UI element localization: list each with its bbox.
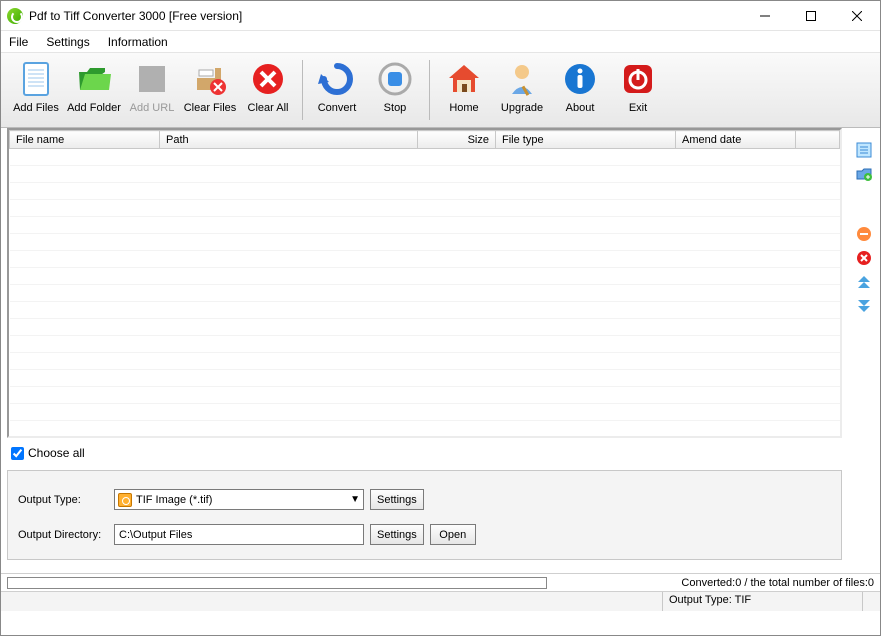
tif-icon: [118, 493, 132, 507]
table-row[interactable]: [10, 217, 840, 234]
table-row[interactable]: [10, 268, 840, 285]
clear-all-icon: [248, 59, 288, 99]
output-type-select[interactable]: TIF Image (*.tif) ▼: [114, 489, 364, 510]
clear-files-label: Clear Files: [184, 102, 237, 114]
home-button[interactable]: Home: [435, 57, 493, 114]
output-panel: Output Type: TIF Image (*.tif) ▼ Setting…: [7, 470, 842, 560]
convert-label: Convert: [318, 102, 357, 114]
toolbar: Add Files Add Folder Add URL Clear Files…: [1, 53, 880, 128]
clear-files-icon: [190, 59, 230, 99]
title-bar: Pdf to Tiff Converter 3000 [Free version…: [1, 1, 880, 31]
output-dir-settings-button[interactable]: Settings: [370, 524, 424, 545]
home-icon: [444, 59, 484, 99]
close-button[interactable]: [834, 1, 880, 31]
convert-status: Converted:0 / the total number of files:…: [681, 577, 874, 589]
progress-bar: [7, 577, 547, 589]
exit-icon: [618, 59, 658, 99]
home-label: Home: [449, 102, 478, 114]
add-files-label: Add Files: [13, 102, 59, 114]
exit-button[interactable]: Exit: [609, 57, 667, 114]
choose-all-label: Choose all: [28, 446, 85, 460]
add-folder-button[interactable]: Add Folder: [65, 57, 123, 114]
table-row[interactable]: [10, 183, 840, 200]
add-url-label: Add URL: [130, 102, 175, 114]
window-title: Pdf to Tiff Converter 3000 [Free version…: [29, 9, 242, 23]
sidebar: [848, 128, 880, 573]
about-button[interactable]: About: [551, 57, 609, 114]
cancel-icon[interactable]: [856, 250, 872, 266]
menubar: File Settings Information: [1, 31, 880, 53]
upgrade-icon: [502, 59, 542, 99]
minimize-button[interactable]: [742, 1, 788, 31]
chevron-down-icon: ▼: [350, 494, 360, 505]
table-row[interactable]: [10, 319, 840, 336]
add-folder-icon[interactable]: [856, 166, 872, 182]
col-filename[interactable]: File name: [10, 131, 160, 149]
add-list-icon[interactable]: [856, 142, 872, 158]
col-filetype[interactable]: File type: [496, 131, 676, 149]
output-type-label: Output Type:: [18, 494, 108, 506]
menu-settings[interactable]: Settings: [46, 35, 89, 49]
status-grip: [862, 592, 880, 611]
convert-button[interactable]: Convert: [308, 57, 366, 114]
table-row[interactable]: [10, 336, 840, 353]
upgrade-button[interactable]: Upgrade: [493, 57, 551, 114]
move-up-icon[interactable]: [856, 274, 872, 290]
output-type-value: TIF Image (*.tif): [136, 494, 212, 506]
convert-icon: [317, 59, 357, 99]
output-type-settings-button[interactable]: Settings: [370, 489, 424, 510]
add-url-button: Add URL: [123, 57, 181, 114]
menu-file[interactable]: File: [9, 35, 28, 49]
table-row[interactable]: [10, 251, 840, 268]
add-folder-label: Add Folder: [67, 102, 121, 114]
stop-label: Stop: [384, 102, 407, 114]
stop-icon: [375, 59, 415, 99]
table-row[interactable]: [10, 387, 840, 404]
table-row[interactable]: [10, 149, 840, 166]
url-icon: [132, 59, 172, 99]
about-label: About: [566, 102, 595, 114]
menu-information[interactable]: Information: [108, 35, 168, 49]
add-files-button[interactable]: Add Files: [7, 57, 65, 114]
open-button[interactable]: Open: [430, 524, 476, 545]
remove-icon[interactable]: [856, 226, 872, 242]
progress-row: Converted:0 / the total number of files:…: [1, 573, 880, 591]
table-row[interactable]: [10, 285, 840, 302]
table-row[interactable]: [10, 370, 840, 387]
status-bar: Output Type: TIF: [1, 591, 880, 611]
clear-all-label: Clear All: [248, 102, 289, 114]
folder-icon: [74, 59, 114, 99]
move-down-icon[interactable]: [856, 298, 872, 314]
stop-button[interactable]: Stop: [366, 57, 424, 114]
clear-files-button[interactable]: Clear Files: [181, 57, 239, 114]
about-icon: [560, 59, 600, 99]
toolbar-separator: [302, 60, 303, 120]
output-dir-input[interactable]: [114, 524, 364, 545]
file-list[interactable]: File name Path Size File type Amend date: [7, 128, 842, 438]
table-row[interactable]: [10, 166, 840, 183]
toolbar-separator: [429, 60, 430, 120]
col-trailing: [796, 131, 840, 149]
col-path[interactable]: Path: [160, 131, 418, 149]
status-output-type: Output Type: TIF: [662, 592, 862, 611]
table-row[interactable]: [10, 302, 840, 319]
table-row[interactable]: [10, 200, 840, 217]
table-row[interactable]: [10, 353, 840, 370]
maximize-button[interactable]: [788, 1, 834, 31]
file-icon: [16, 59, 56, 99]
col-amend[interactable]: Amend date: [676, 131, 796, 149]
app-icon: [7, 8, 23, 24]
exit-label: Exit: [629, 102, 647, 114]
table-row[interactable]: [10, 404, 840, 421]
clear-all-button[interactable]: Clear All: [239, 57, 297, 114]
table-row[interactable]: [10, 234, 840, 251]
upgrade-label: Upgrade: [501, 102, 543, 114]
output-dir-label: Output Directory:: [18, 529, 108, 541]
col-size[interactable]: Size: [418, 131, 496, 149]
choose-all-checkbox[interactable]: [11, 447, 24, 460]
